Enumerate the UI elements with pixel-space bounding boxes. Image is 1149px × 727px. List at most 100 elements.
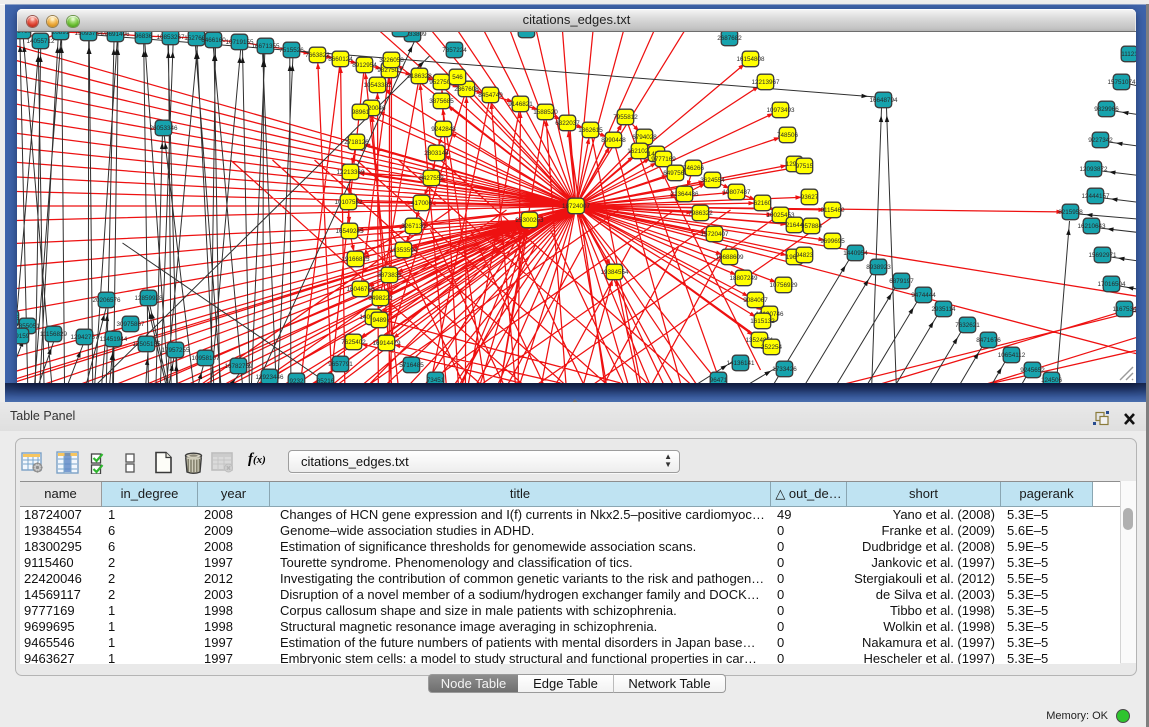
svg-text:16782759: 16782759 — [224, 363, 253, 370]
svg-text:17957255: 17957255 — [161, 347, 190, 354]
svg-text:93627: 93627 — [801, 194, 819, 201]
svg-text:20206576: 20206576 — [92, 297, 121, 304]
svg-text:11353594: 11353594 — [390, 247, 418, 254]
svg-text:8660124: 8660124 — [328, 56, 353, 63]
svg-text:417006: 417006 — [411, 200, 433, 207]
svg-text:9699695: 9699695 — [820, 238, 845, 245]
svg-text:3226058: 3226058 — [379, 57, 404, 64]
svg-text:16046766: 16046766 — [346, 286, 375, 293]
svg-text:9329966: 9329966 — [1094, 106, 1119, 113]
svg-text:96471: 96471 — [710, 377, 728, 383]
svg-text:9777169: 9777169 — [651, 156, 676, 163]
svg-text:5716485: 5716485 — [399, 362, 424, 369]
svg-text:2367608: 2367608 — [454, 86, 479, 93]
svg-text:10688609: 10688609 — [715, 254, 744, 261]
svg-text:124506: 124506 — [1041, 377, 1063, 383]
svg-text:748506: 748506 — [777, 132, 799, 139]
svg-text:6879197: 6879197 — [889, 278, 914, 285]
svg-text:16914479: 16914479 — [372, 340, 401, 347]
svg-text:16210643: 16210643 — [1077, 223, 1106, 230]
svg-text:9146821: 9146821 — [508, 101, 533, 108]
svg-text:12213369: 12213369 — [336, 169, 365, 176]
svg-text:9489: 9489 — [372, 317, 387, 324]
svg-text:1588520: 1588520 — [533, 109, 558, 116]
svg-text:14055712: 14055712 — [26, 38, 55, 45]
svg-text:12859928: 12859928 — [134, 295, 163, 302]
svg-text:3624554: 3624554 — [700, 177, 725, 184]
svg-text:11156829: 11156829 — [40, 331, 68, 338]
svg-text:9084067: 9084067 — [743, 297, 768, 304]
svg-text:10719155: 10719155 — [225, 39, 254, 46]
svg-text:12213967: 12213967 — [751, 79, 780, 86]
svg-text:15720407: 15720407 — [700, 231, 729, 238]
svg-text:7663822: 7663822 — [305, 52, 330, 59]
svg-text:10756929: 10756929 — [769, 282, 798, 289]
svg-text:10958107: 10958107 — [191, 355, 220, 362]
svg-text:14136141: 14136141 — [726, 360, 755, 367]
svg-text:12923446: 12923446 — [255, 374, 284, 381]
svg-text:97515: 97515 — [796, 163, 814, 170]
svg-text:6322037: 6322037 — [555, 120, 580, 127]
svg-text:3875685: 3875685 — [429, 98, 454, 105]
svg-text:2687682: 2687682 — [717, 35, 742, 42]
svg-text:8990448: 8990448 — [601, 137, 626, 144]
svg-text:26053346: 26053346 — [149, 125, 178, 132]
svg-text:2935114: 2935114 — [931, 306, 956, 313]
svg-text:17016504: 17016504 — [1097, 281, 1126, 288]
svg-text:7857224: 7857224 — [442, 47, 467, 54]
svg-text:9498222: 9498222 — [368, 295, 393, 302]
svg-text:30975867: 30975867 — [116, 321, 145, 328]
svg-text:10107552: 10107552 — [334, 199, 363, 206]
svg-text:3267130: 3267130 — [401, 223, 426, 230]
svg-text:9242848: 9242848 — [431, 126, 456, 133]
svg-text:9232: 9232 — [289, 378, 304, 383]
svg-text:1615132: 1615132 — [750, 318, 775, 325]
svg-text:85216: 85216 — [317, 378, 335, 383]
svg-text:39159: 39159 — [17, 333, 30, 340]
svg-text:96836: 96836 — [135, 33, 153, 40]
svg-text:546: 546 — [452, 74, 463, 81]
svg-text:7625402: 7625402 — [341, 339, 366, 346]
svg-text:15751074: 15751074 — [1107, 79, 1136, 86]
svg-text:6794028: 6794028 — [632, 134, 657, 141]
svg-text:12942757: 12942757 — [70, 334, 99, 341]
svg-text:16154808: 16154808 — [736, 56, 765, 63]
svg-text:9115460: 9115460 — [820, 207, 845, 214]
svg-text:21364436: 21364436 — [670, 191, 699, 198]
svg-text:7955812: 7955812 — [613, 114, 638, 121]
svg-text:10543382: 10543382 — [363, 82, 392, 89]
svg-text:1362615: 1362615 — [578, 127, 603, 134]
svg-text:8427552: 8427552 — [419, 175, 444, 182]
svg-text:10973493: 10973493 — [766, 107, 795, 114]
svg-text:8938923: 8938923 — [866, 264, 891, 271]
svg-text:8215958: 8215958 — [1058, 209, 1083, 216]
svg-text:16671355: 16671355 — [251, 43, 280, 50]
svg-text:10654112: 10654112 — [998, 352, 1026, 359]
svg-text:1440954: 1440954 — [843, 250, 868, 257]
svg-text:6466160: 6466160 — [201, 37, 226, 44]
svg-text:16648794: 16648794 — [869, 97, 898, 104]
svg-text:7632621: 7632621 — [955, 322, 980, 329]
svg-text:98961: 98961 — [352, 109, 370, 116]
svg-text:16549245: 16549245 — [335, 228, 364, 235]
svg-text:1167534: 1167534 — [1112, 306, 1136, 313]
svg-text:9245652: 9245652 — [1020, 367, 1045, 374]
svg-text:62160: 62160 — [754, 200, 772, 207]
svg-text:746266: 746266 — [683, 165, 705, 172]
svg-text:18724007: 18724007 — [562, 203, 591, 210]
svg-text:12444157: 12444157 — [1081, 193, 1110, 200]
svg-text:2803144: 2803144 — [424, 150, 449, 157]
svg-text:9227342: 9227342 — [1088, 137, 1113, 144]
svg-text:7515526: 7515526 — [279, 47, 304, 54]
svg-text:15692971: 15692971 — [1088, 252, 1117, 259]
svg-text:20691406: 20691406 — [101, 31, 130, 38]
svg-text:252254: 252254 — [761, 344, 783, 351]
svg-text:957884: 957884 — [801, 223, 823, 230]
svg-text:12505135: 12505135 — [132, 341, 161, 348]
svg-text:2718126: 2718126 — [344, 139, 369, 146]
svg-text:8454749: 8454749 — [478, 92, 503, 99]
svg-text:1733426: 1733426 — [772, 366, 797, 373]
svg-text:8873832: 8873832 — [377, 272, 402, 279]
svg-text:25300203: 25300203 — [515, 217, 544, 224]
svg-text:94823: 94823 — [796, 252, 814, 259]
